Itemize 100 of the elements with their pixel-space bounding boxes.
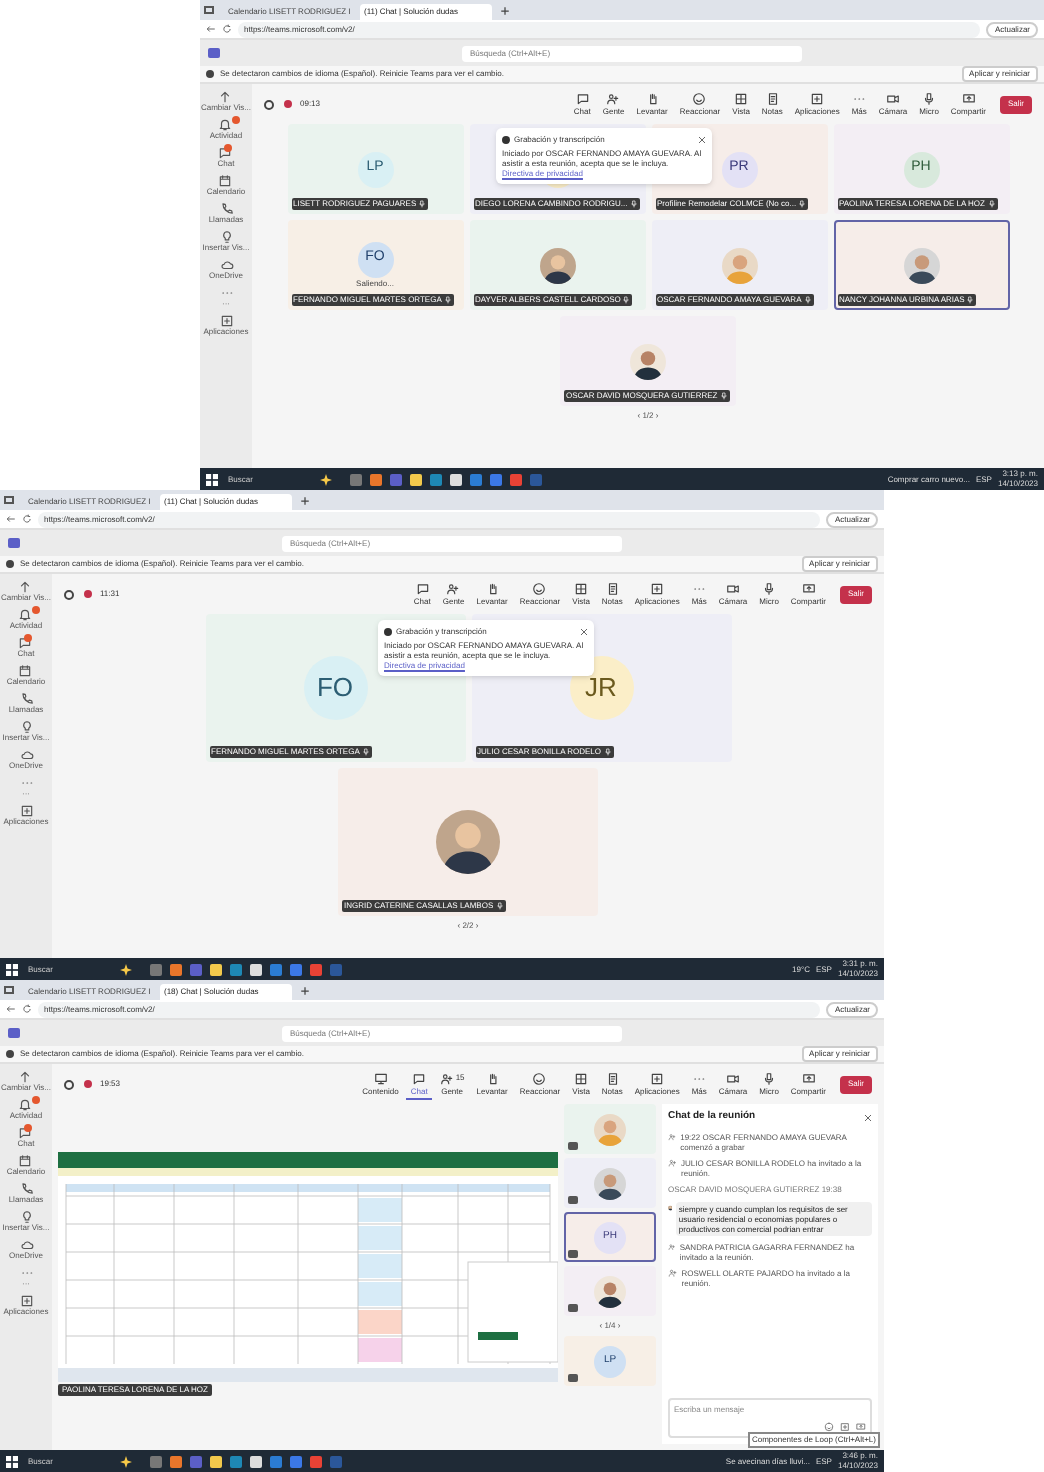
close-icon[interactable] <box>698 136 706 144</box>
calendar-icon <box>218 174 233 188</box>
smiley-icon <box>532 1071 547 1085</box>
people-icon <box>446 581 461 595</box>
info-icon <box>6 560 14 568</box>
notes-icon <box>605 1071 620 1085</box>
info-icon <box>6 1050 14 1058</box>
reload-icon <box>22 514 32 524</box>
share-screen-icon <box>856 1422 866 1432</box>
bell-icon <box>18 608 33 622</box>
lightbulb-icon <box>19 1210 33 1224</box>
microphone-icon <box>803 296 812 304</box>
close-icon[interactable] <box>580 628 588 636</box>
recording-icon <box>284 100 292 108</box>
window-menu-icon <box>204 6 214 14</box>
windows-logo-icon <box>6 963 18 975</box>
microphone-icon <box>987 200 995 208</box>
microphone-icon <box>629 200 638 208</box>
smiley-icon <box>532 581 547 595</box>
ellipsis-icon <box>19 776 33 790</box>
recording-icon <box>84 1080 92 1088</box>
microphone-icon <box>719 392 728 400</box>
grid-icon <box>734 91 748 105</box>
sparkle-icon <box>120 1455 132 1467</box>
teams-logo-icon <box>208 48 220 58</box>
hand-icon <box>485 581 500 595</box>
arrow-icon <box>218 90 233 104</box>
microphone-icon <box>495 902 504 910</box>
camera-icon <box>726 581 741 595</box>
back-arrow-icon <box>206 24 216 34</box>
ellipsis-icon <box>19 1266 33 1280</box>
info-icon <box>206 70 214 78</box>
arrow-icon <box>18 1070 33 1084</box>
windows-logo-icon <box>6 1455 18 1467</box>
window-menu-icon <box>4 986 14 994</box>
notes-icon <box>605 581 620 595</box>
microphone-icon <box>418 200 427 208</box>
window-menu-icon <box>4 496 14 504</box>
chat-bubble-icon <box>412 1071 427 1085</box>
teams-logo-icon <box>8 1028 20 1038</box>
back-arrow-icon <box>6 514 16 524</box>
new-tab-icon[interactable] <box>300 986 310 996</box>
new-tab-icon[interactable] <box>300 496 310 506</box>
bell-icon <box>18 1098 33 1112</box>
people-icon <box>668 1157 678 1167</box>
share-screen-icon <box>801 1071 816 1085</box>
close-icon[interactable] <box>864 1113 872 1122</box>
people-icon <box>668 1267 678 1277</box>
reload-icon <box>22 1004 32 1014</box>
calendar-icon <box>18 664 33 678</box>
ellipsis-icon <box>219 286 233 300</box>
chat-bubble-icon <box>415 581 430 595</box>
camera-icon <box>886 91 901 105</box>
phone-icon <box>19 1182 33 1196</box>
recording-icon <box>84 590 92 598</box>
people-icon <box>668 1131 677 1141</box>
microphone-icon <box>798 200 807 208</box>
grid-icon <box>574 1071 588 1085</box>
arrow-icon <box>18 580 33 594</box>
chat-bubble-icon <box>18 636 33 650</box>
sparkle-icon <box>320 473 332 485</box>
share-screen-icon <box>961 91 976 105</box>
people-icon <box>439 1071 454 1085</box>
people-icon <box>668 1241 676 1251</box>
hand-icon <box>645 91 660 105</box>
recording-icon <box>384 628 392 636</box>
avatar-initials: FO <box>303 656 367 720</box>
calendar-icon <box>18 1154 33 1168</box>
cloud-icon <box>19 1238 33 1252</box>
lightbulb-icon <box>219 230 233 244</box>
chat-bubble-icon <box>218 146 233 160</box>
back-arrow-icon <box>6 1004 16 1014</box>
sparkle-icon <box>120 963 132 975</box>
chat-bubble-icon <box>575 91 590 105</box>
reload-icon <box>222 24 232 34</box>
bell-icon <box>218 118 233 132</box>
phone-icon <box>19 692 33 706</box>
cloud-icon <box>219 258 233 272</box>
teams-logo-icon <box>8 538 20 548</box>
microphone-icon <box>762 1071 777 1085</box>
new-tab-icon[interactable] <box>500 6 510 16</box>
grid-icon <box>574 581 588 595</box>
camera-icon <box>726 1071 741 1085</box>
cloud-icon <box>19 748 33 762</box>
windows-logo-icon <box>206 473 218 485</box>
smiley-icon <box>824 1422 834 1432</box>
microphone-icon <box>622 296 631 304</box>
microphone-icon <box>966 296 975 304</box>
lightbulb-icon <box>19 720 33 734</box>
microphone-icon <box>443 296 452 304</box>
chat-bubble-icon <box>18 1126 33 1140</box>
microphone-icon <box>922 91 937 105</box>
share-screen-icon <box>801 581 816 595</box>
microphone-icon <box>762 581 777 595</box>
notes-icon <box>765 91 780 105</box>
monitor-icon <box>373 1071 388 1085</box>
phone-icon <box>219 202 233 216</box>
people-icon <box>606 91 621 105</box>
microphone-icon <box>361 748 370 756</box>
smiley-icon <box>692 91 707 105</box>
